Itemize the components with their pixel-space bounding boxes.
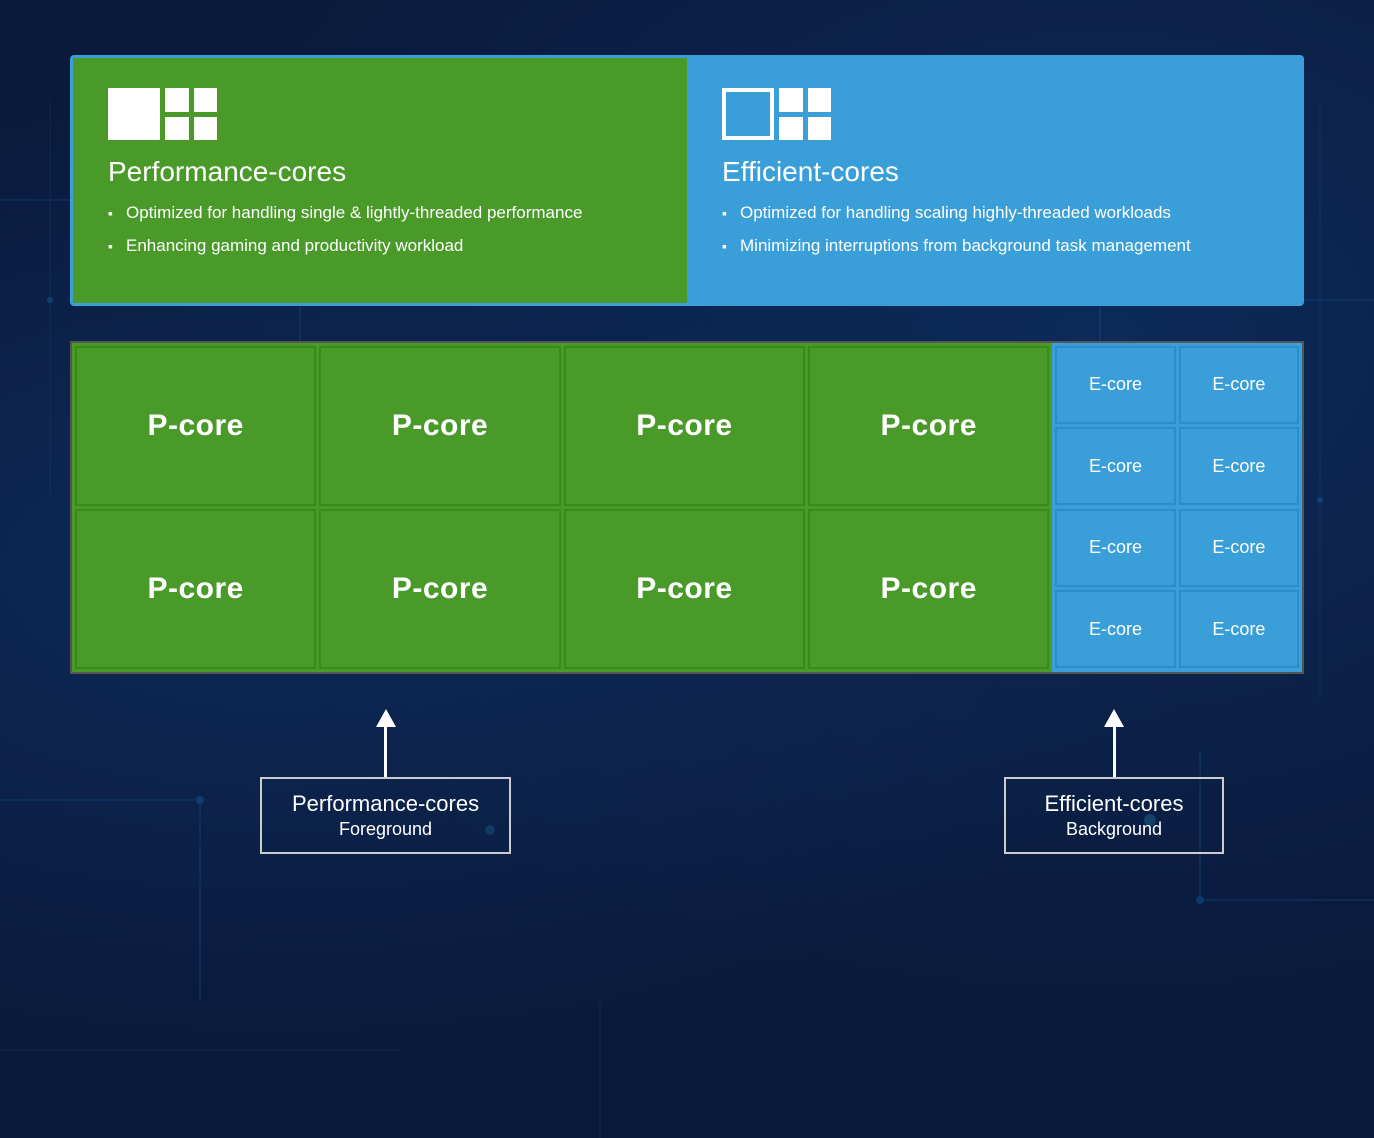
cpu-diagram: P-core P-core P-core P-core P-core P-cor…: [70, 341, 1304, 674]
e-cores-windows-logo: [722, 88, 1266, 140]
logo-small-grid-e: [779, 88, 831, 140]
e-core-5: E-core: [1055, 509, 1175, 587]
e-core-1: E-core: [1055, 346, 1175, 424]
p-cores-bullet-2: Enhancing gaming and productivity worklo…: [108, 235, 652, 258]
p-core-1: P-core: [75, 346, 316, 506]
e-core-8: E-core: [1179, 590, 1299, 668]
e-core-4: E-core: [1179, 427, 1299, 505]
e-cores-label-box: Efficient-cores Background: [1004, 777, 1224, 854]
p-core-3: P-core: [564, 346, 805, 506]
e-cores-bullet-2: Minimizing interruptions from background…: [722, 235, 1266, 258]
logo-sq-2: [194, 88, 218, 112]
p-cores-windows-logo: [108, 88, 652, 140]
p-cores-arrow-head: [376, 709, 396, 727]
p-core-8: P-core: [808, 509, 1049, 669]
logo-sq-1: [165, 88, 189, 112]
p-core-6: P-core: [319, 509, 560, 669]
p-cores-arrow-line: [384, 727, 387, 777]
p-cores-title: Performance-cores: [108, 156, 652, 188]
e-cores-list: Optimized for handling scaling highly-th…: [722, 202, 1266, 258]
e-core-2: E-core: [1179, 346, 1299, 424]
e-cores-arrow-head: [1104, 709, 1124, 727]
logo-sq-e-4: [808, 117, 832, 141]
top-info-section: Performance-cores Optimized for handling…: [70, 55, 1304, 306]
p-cores-info-panel: Performance-cores Optimized for handling…: [73, 58, 687, 303]
p-label-wrapper: Performance-cores Foreground: [260, 709, 511, 854]
e-cores-info-panel: Efficient-cores Optimized for handling s…: [687, 58, 1301, 303]
e-cores-bullet-1: Optimized for handling scaling highly-th…: [722, 202, 1266, 225]
e-core-7: E-core: [1055, 590, 1175, 668]
e-cores-arrow-line: [1113, 727, 1116, 777]
logo-sq-3: [165, 117, 189, 141]
e-label-wrapper: Efficient-cores Background: [1004, 709, 1224, 854]
logo-sq-e-3: [779, 117, 803, 141]
p-cores-label-title: Performance-cores: [292, 791, 479, 817]
p-core-2: P-core: [319, 346, 560, 506]
main-content: Performance-cores Optimized for handling…: [0, 0, 1374, 894]
logo-sq-e-1: [779, 88, 803, 112]
e-core-6: E-core: [1179, 509, 1299, 587]
p-cores-grid: P-core P-core P-core P-core P-core P-cor…: [72, 343, 1052, 672]
p-cores-list: Optimized for handling single & lightly-…: [108, 202, 652, 258]
logo-sq-4: [194, 117, 218, 141]
p-cores-bullet-1: Optimized for handling single & lightly-…: [108, 202, 652, 225]
p-cores-label-subtitle: Foreground: [292, 819, 479, 840]
e-cores-label-title: Efficient-cores: [1036, 791, 1192, 817]
logo-small-grid: [165, 88, 217, 140]
e-cores-label-subtitle: Background: [1036, 819, 1192, 840]
logo-sq-e-2: [808, 88, 832, 112]
e-cores-title: Efficient-cores: [722, 156, 1266, 188]
logo-big-outline: [722, 88, 774, 140]
p-cores-label-box: Performance-cores Foreground: [260, 777, 511, 854]
e-core-3: E-core: [1055, 427, 1175, 505]
p-core-7: P-core: [564, 509, 805, 669]
bottom-labels: Performance-cores Foreground Efficient-c…: [70, 709, 1304, 854]
e-cores-grid: E-core E-core E-core E-core E-core E-cor…: [1052, 343, 1302, 672]
p-core-4: P-core: [808, 346, 1049, 506]
logo-big-square: [108, 88, 160, 140]
p-core-5: P-core: [75, 509, 316, 669]
